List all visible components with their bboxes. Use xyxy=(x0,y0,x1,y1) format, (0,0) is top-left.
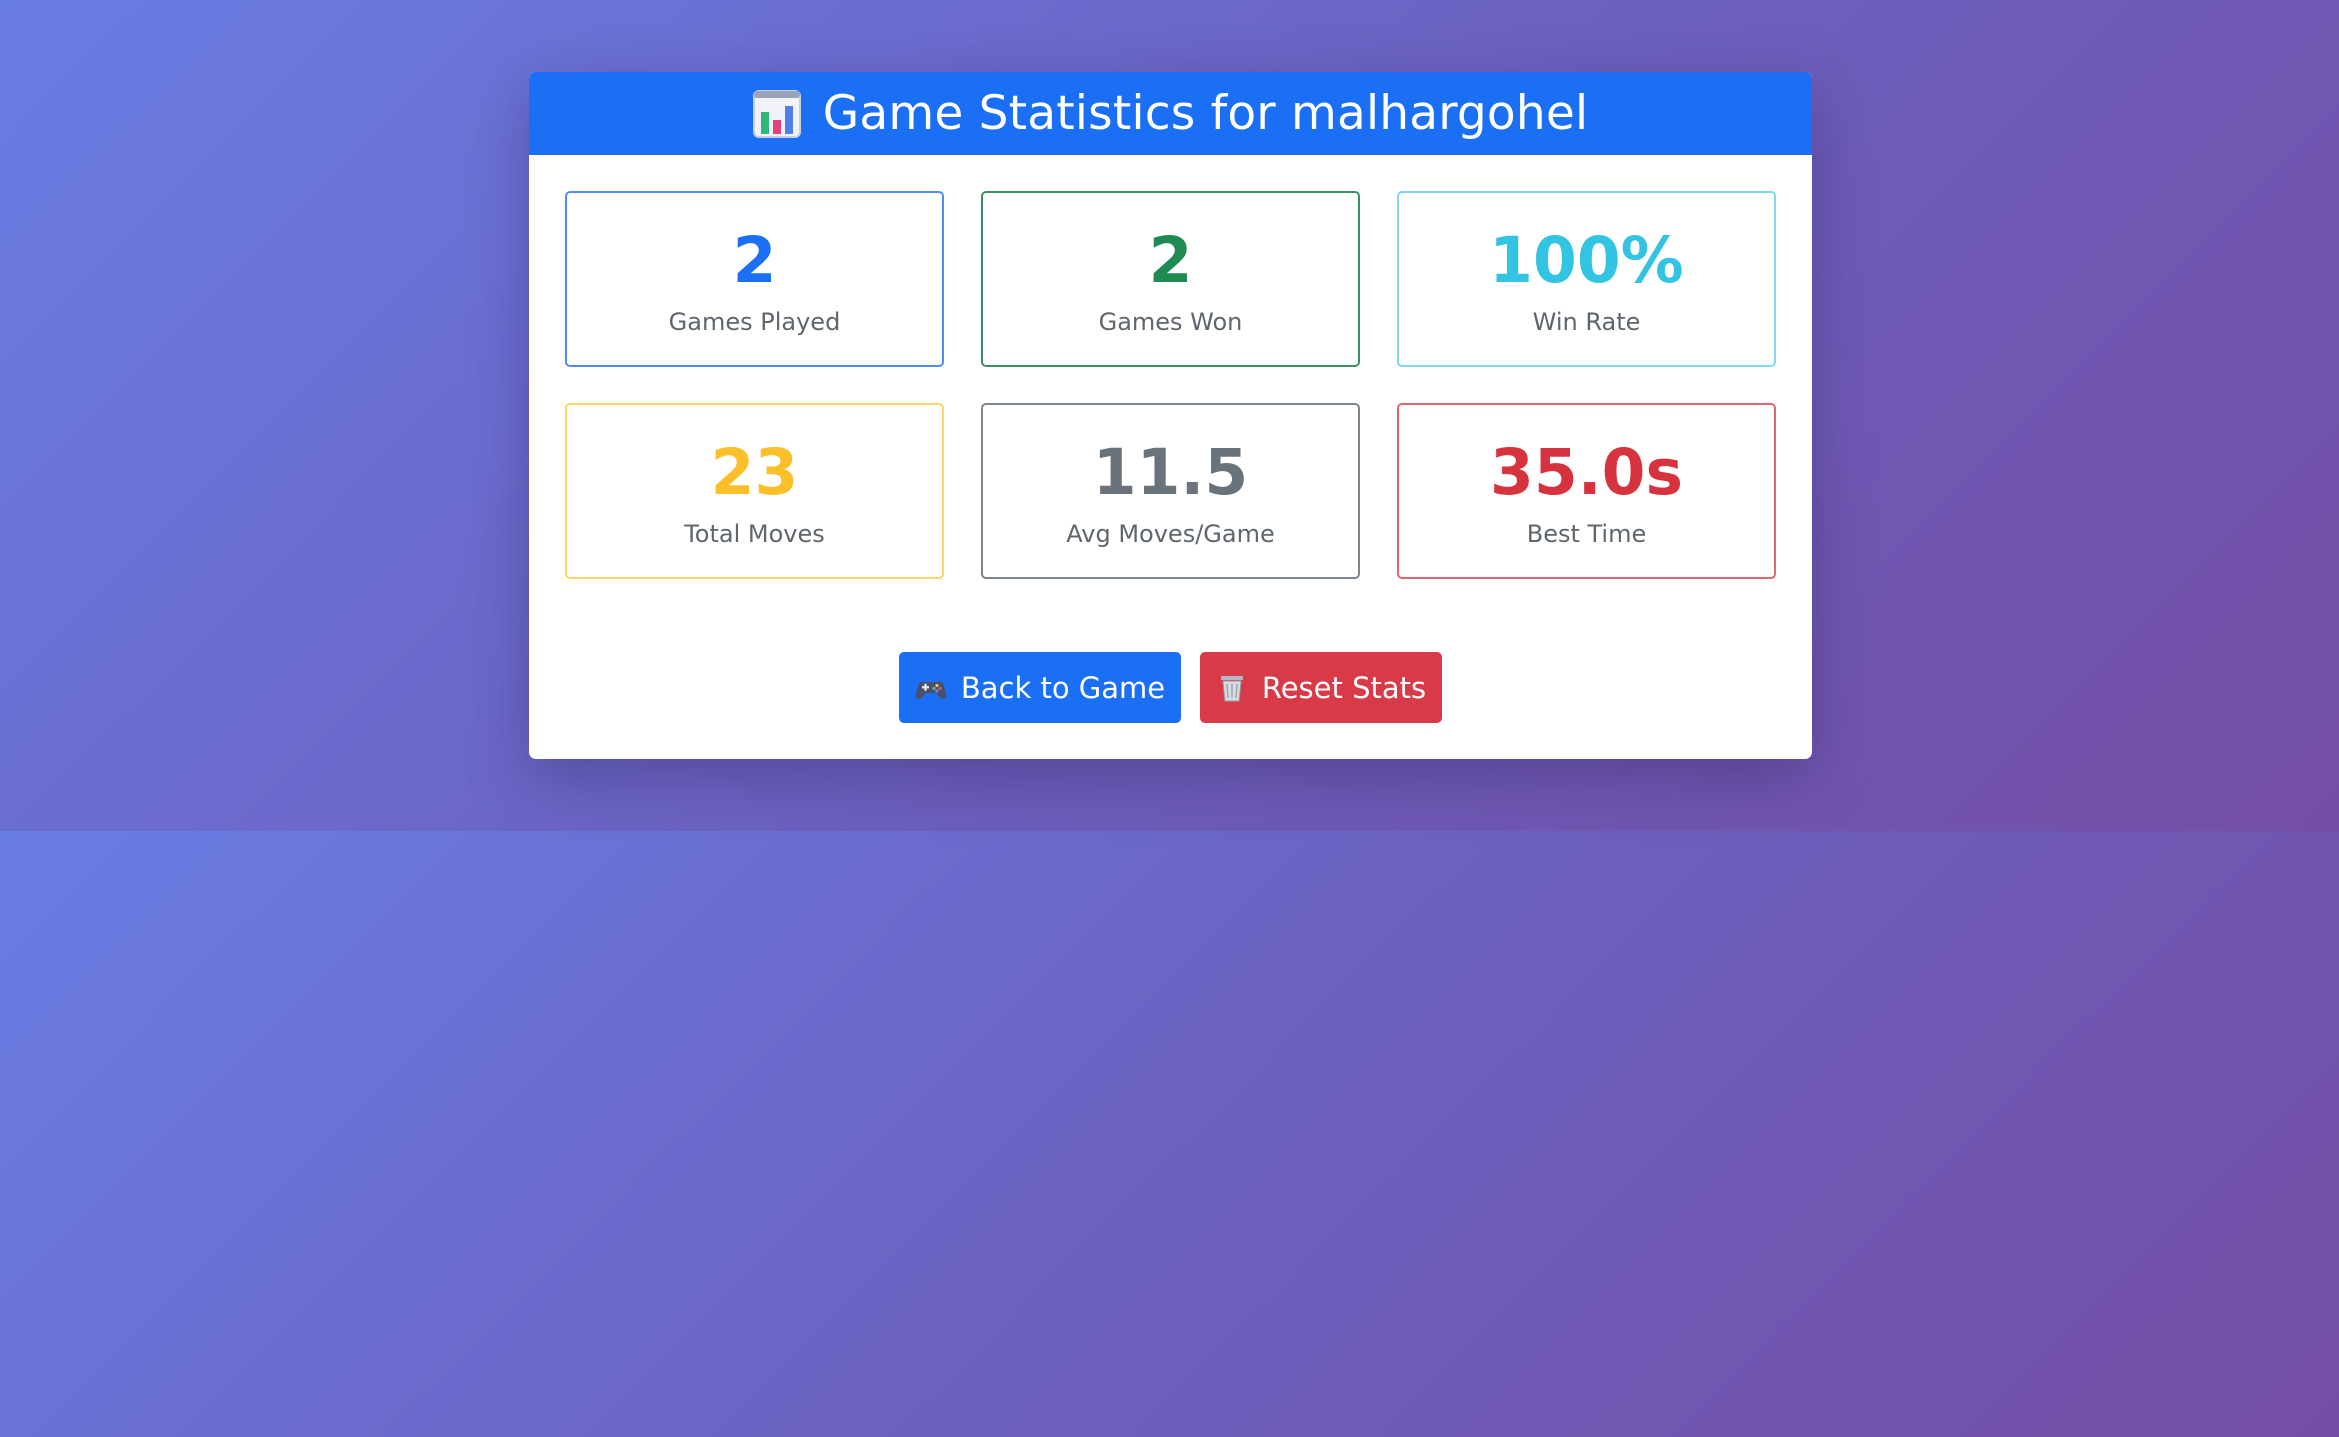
stat-games-won: 2 Games Won xyxy=(981,191,1360,367)
stat-label: Avg Moves/Game xyxy=(1066,519,1275,548)
stat-label: Total Moves xyxy=(684,519,825,548)
page-background-lower xyxy=(0,831,2339,1437)
game-controller-icon xyxy=(915,672,947,704)
page-title: Game Statistics for malhargohel xyxy=(822,86,1589,141)
stat-value: 2 xyxy=(1148,223,1193,297)
stat-total-moves: 23 Total Moves xyxy=(565,403,944,579)
back-to-game-button[interactable]: Back to Game xyxy=(899,652,1181,723)
stat-avg-moves: 11.5 Avg Moves/Game xyxy=(981,403,1360,579)
stat-value: 23 xyxy=(710,435,799,509)
stat-label: Games Won xyxy=(1098,307,1243,336)
stat-win-rate: 100% Win Rate xyxy=(1397,191,1776,367)
stat-value: 100% xyxy=(1489,223,1684,297)
stat-games-played: 2 Games Played xyxy=(565,191,944,367)
reset-stats-button[interactable]: Reset Stats xyxy=(1200,652,1442,723)
stat-best-time: 35.0s Best Time xyxy=(1397,403,1776,579)
stat-value: 11.5 xyxy=(1092,435,1249,509)
stat-label: Win Rate xyxy=(1532,307,1641,336)
back-to-game-label: Back to Game xyxy=(960,670,1166,705)
wastebasket-icon xyxy=(1216,672,1248,704)
action-buttons: Back to Game Reset Stats xyxy=(529,652,1812,723)
stats-grid: 2 Games Played 2 Games Won 100% Win Rate… xyxy=(565,191,1776,579)
stat-label: Games Played xyxy=(668,307,841,336)
card-header: Game Statistics for malhargohel xyxy=(529,72,1812,155)
stat-label: Best Time xyxy=(1526,519,1647,548)
stat-value: 2 xyxy=(732,223,777,297)
statistics-card: Game Statistics for malhargohel 2 Games … xyxy=(529,72,1812,759)
stat-value: 35.0s xyxy=(1490,435,1683,509)
reset-stats-label: Reset Stats xyxy=(1261,670,1427,705)
bar-chart-icon xyxy=(752,89,801,138)
